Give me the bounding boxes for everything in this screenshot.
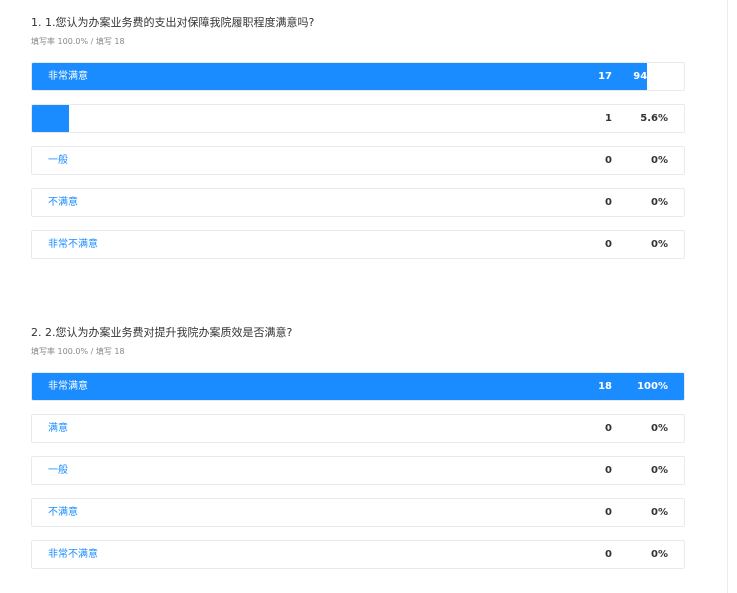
option-label: 一般 xyxy=(48,155,68,166)
option-percent: 0% xyxy=(651,197,668,208)
option-label: 非常不满意 xyxy=(48,239,98,250)
option-percent: 5.6% xyxy=(640,113,668,124)
option-count: 0 xyxy=(605,197,612,208)
option-count: 0 xyxy=(605,507,612,518)
question-fill-rate: 填写率 100.0% / 填写 18 xyxy=(31,37,125,46)
option-label: 满意 xyxy=(48,423,68,434)
option-list: 非常满意 17 94.4% 满意 1 5.6% 一般 0 0% 不满意 0 0% xyxy=(31,62,685,259)
question-title: 2. 2.您认为办案业务费对提升我院办案质效是否满意? xyxy=(31,326,293,339)
question-title: 1. 1.您认为办案业务费的支出对保障我院履职程度满意吗? xyxy=(31,16,315,29)
option-row: 不满意 0 0% xyxy=(31,188,685,217)
option-row: 非常不满意 0 0% xyxy=(31,540,685,569)
option-progress-bar xyxy=(32,63,648,90)
option-label: 一般 xyxy=(48,465,68,476)
option-progress-bar xyxy=(32,373,684,400)
option-label: 不满意 xyxy=(48,507,78,518)
option-list: 非常满意 18 100% 满意 0 0% 一般 0 0% 不满意 0 0% 非常… xyxy=(31,372,685,569)
option-percent: 0% xyxy=(651,507,668,518)
option-count: 0 xyxy=(605,423,612,434)
option-count: 17 xyxy=(598,71,612,82)
option-count: 0 xyxy=(605,155,612,166)
option-label: 非常不满意 xyxy=(48,549,98,560)
option-percent: 100% xyxy=(637,381,668,392)
option-label: 满意 xyxy=(48,113,68,124)
option-label: 非常满意 xyxy=(48,71,88,82)
question-block: 1. 1.您认为办案业务费的支出对保障我院履职程度满意吗? 填写率 100.0%… xyxy=(31,16,685,272)
option-row: 满意 1 5.6% xyxy=(31,104,685,133)
option-percent: 0% xyxy=(651,465,668,476)
option-count: 0 xyxy=(605,549,612,560)
option-label: 不满意 xyxy=(48,197,78,208)
option-label: 非常满意 xyxy=(48,381,88,392)
option-percent: 94.4% xyxy=(633,71,668,82)
option-row: 不满意 0 0% xyxy=(31,498,685,527)
option-percent: 0% xyxy=(651,423,668,434)
option-percent: 0% xyxy=(651,549,668,560)
option-count: 18 xyxy=(598,381,612,392)
option-row: 非常不满意 0 0% xyxy=(31,230,685,259)
option-count: 1 xyxy=(605,113,612,124)
option-row: 满意 0 0% xyxy=(31,414,685,443)
question-block: 2. 2.您认为办案业务费对提升我院办案质效是否满意? 填写率 100.0% /… xyxy=(31,326,685,582)
option-percent: 0% xyxy=(651,239,668,250)
scroll-divider xyxy=(727,0,728,593)
option-count: 0 xyxy=(605,465,612,476)
option-row: 一般 0 0% xyxy=(31,456,685,485)
option-row: 一般 0 0% xyxy=(31,146,685,175)
option-row: 非常满意 18 100% xyxy=(31,372,685,401)
option-count: 0 xyxy=(605,239,612,250)
option-row: 非常满意 17 94.4% xyxy=(31,62,685,91)
option-percent: 0% xyxy=(651,155,668,166)
survey-results-page: 1. 1.您认为办案业务费的支出对保障我院履职程度满意吗? 填写率 100.0%… xyxy=(0,0,737,593)
question-fill-rate: 填写率 100.0% / 填写 18 xyxy=(31,347,125,356)
